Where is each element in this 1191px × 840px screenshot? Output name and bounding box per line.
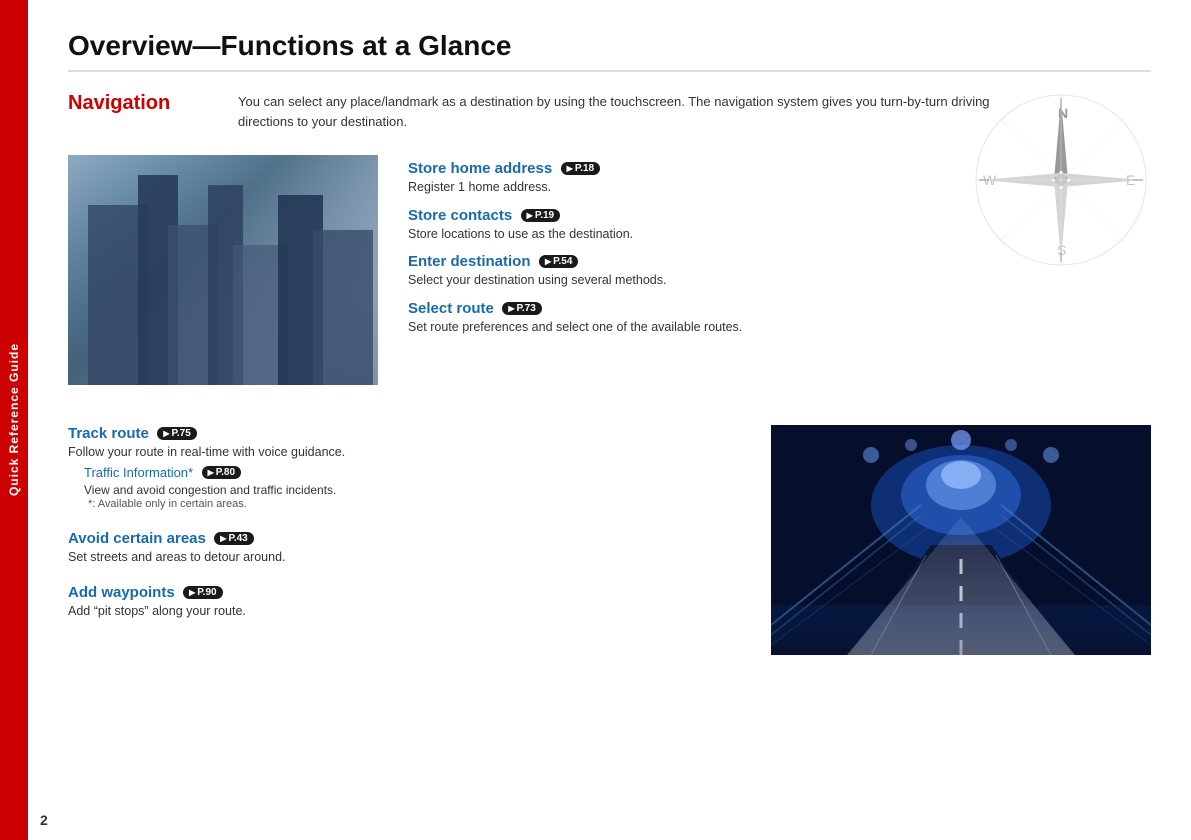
feature-desc-add-waypoints: Add “pit stops” along your route. <box>68 603 741 621</box>
badge-store-contacts[interactable]: P.19 <box>521 209 560 222</box>
badge-traffic[interactable]: P.80 <box>202 466 241 479</box>
badge-store-home[interactable]: P.18 <box>561 162 600 175</box>
badge-enter-destination[interactable]: P.54 <box>539 255 578 268</box>
feature-desc-select-route: Set route preferences and select one of … <box>408 319 1151 337</box>
traffic-desc: View and avoid congestion and traffic in… <box>84 483 741 497</box>
building-image <box>68 155 378 385</box>
badge-add-waypoints[interactable]: P.90 <box>183 586 222 599</box>
traffic-info-section: Traffic Information* P.80 View and avoid… <box>84 464 741 510</box>
badge-select-route[interactable]: P.73 <box>502 302 541 315</box>
traffic-footnote: *: Available only in certain areas. <box>88 498 741 510</box>
feature-title-store-home: Store home address <box>408 160 552 177</box>
sidebar-label: Quick Reference Guide <box>7 343 21 496</box>
bottom-features: Track route P.75 Follow your route in re… <box>68 425 741 655</box>
feature-title-add-waypoints: Add waypoints <box>68 584 175 601</box>
compass-rose: N S E W <box>971 90 1151 270</box>
badge-track-route[interactable]: P.75 <box>157 427 196 440</box>
navigation-intro: You can select any place/landmark as a d… <box>238 92 1038 131</box>
feature-desc-avoid-areas: Set streets and areas to detour around. <box>68 549 741 567</box>
feature-select-route: Select route P.73 Set route preferences … <box>408 300 1151 337</box>
bottom-block: Track route P.75 Follow your route in re… <box>68 425 1151 655</box>
traffic-title: Traffic Information* <box>84 465 193 480</box>
feature-title-avoid-areas: Avoid certain areas <box>68 530 206 547</box>
feature-avoid-areas: Avoid certain areas P.43 Set streets and… <box>68 530 741 567</box>
road-image <box>771 425 1151 655</box>
feature-title-enter-destination: Enter destination <box>408 253 531 270</box>
feature-track-route: Track route P.75 Follow your route in re… <box>68 425 741 512</box>
feature-title-store-contacts: Store contacts <box>408 207 512 224</box>
sidebar-tab: Quick Reference Guide <box>0 0 28 840</box>
page-number: 2 <box>40 812 48 828</box>
navigation-heading: Navigation <box>68 92 198 115</box>
badge-avoid-areas[interactable]: P.43 <box>214 532 253 545</box>
page-title: Overview—Functions at a Glance <box>68 30 1151 72</box>
feature-desc-enter-destination: Select your destination using several me… <box>408 272 1151 290</box>
svg-text:N: N <box>1058 105 1068 121</box>
feature-desc-track-route: Follow your route in real-time with voic… <box>68 444 741 462</box>
feature-title-track-route: Track route <box>68 425 149 442</box>
feature-add-waypoints: Add waypoints P.90 Add “pit stops” along… <box>68 584 741 621</box>
feature-title-select-route: Select route <box>408 300 494 317</box>
